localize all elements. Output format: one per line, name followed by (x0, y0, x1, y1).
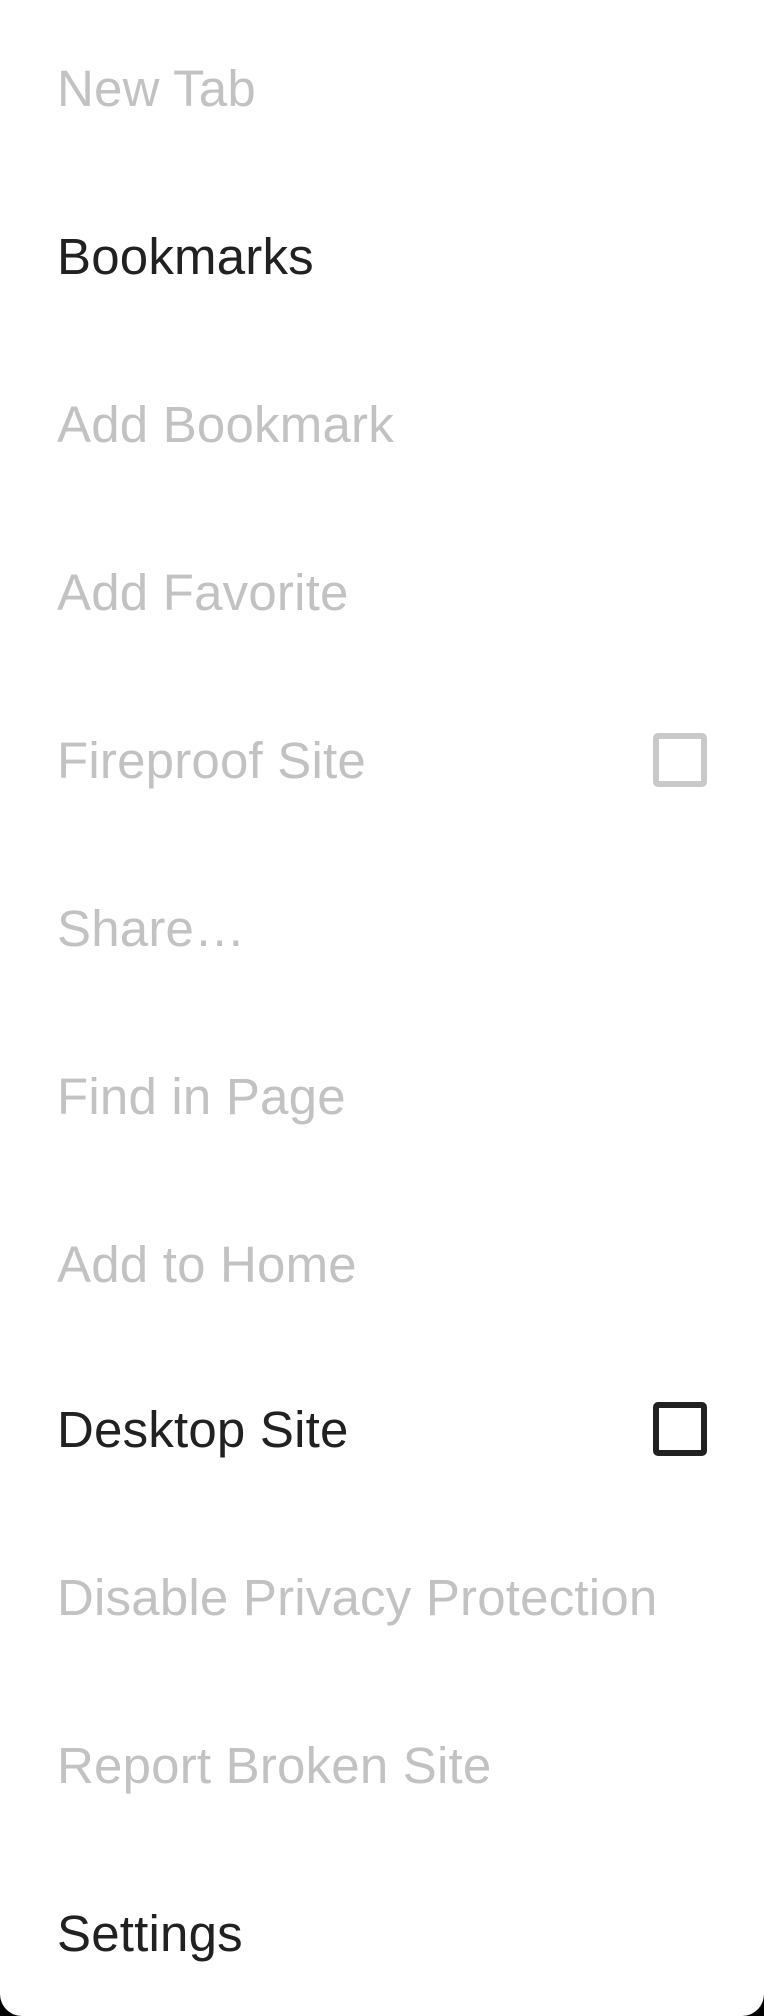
menu-item-label: Add to Home (57, 1235, 357, 1293)
menu-item-label: Bookmarks (57, 227, 314, 285)
menu-item-bookmarks[interactable]: Bookmarks (0, 172, 764, 340)
menu-item-label: Settings (57, 1904, 243, 1962)
menu-item-label: Fireproof Site (57, 731, 366, 789)
menu-item-fireproof-site: Fireproof Site (0, 676, 764, 844)
menu-item-label: Disable Privacy Protection (57, 1568, 658, 1626)
menu-item-add-bookmark: Add Bookmark (0, 340, 764, 508)
menu-item-settings[interactable]: Settings (0, 1849, 764, 2016)
menu-item-label: Find in Page (57, 1067, 346, 1125)
desktop-site-checkbox[interactable] (653, 1402, 707, 1456)
menu-item-label: New Tab (57, 59, 256, 117)
menu-item-find-in-page: Find in Page (0, 1012, 764, 1180)
menu-item-add-to-home: Add to Home (0, 1180, 764, 1348)
menu-item-label: Share… (57, 899, 246, 957)
menu-item-new-tab: New Tab (0, 4, 764, 172)
menu-item-label: Add Bookmark (57, 395, 394, 453)
menu-item-report-broken-site: Report Broken Site (0, 1681, 764, 1849)
menu-item-add-favorite: Add Favorite (0, 508, 764, 676)
menu-item-label: Desktop Site (57, 1400, 349, 1458)
menu-item-share: Share… (0, 844, 764, 1012)
overflow-menu: New Tab Bookmarks Add Bookmark Add Favor… (0, 0, 764, 2016)
menu-item-label: Add Favorite (57, 563, 349, 621)
fireproof-site-checkbox (653, 733, 707, 787)
menu-item-disable-privacy-protection: Disable Privacy Protection (0, 1513, 764, 1681)
menu-item-desktop-site[interactable]: Desktop Site (0, 1345, 764, 1513)
menu-item-label: Report Broken Site (57, 1736, 492, 1794)
